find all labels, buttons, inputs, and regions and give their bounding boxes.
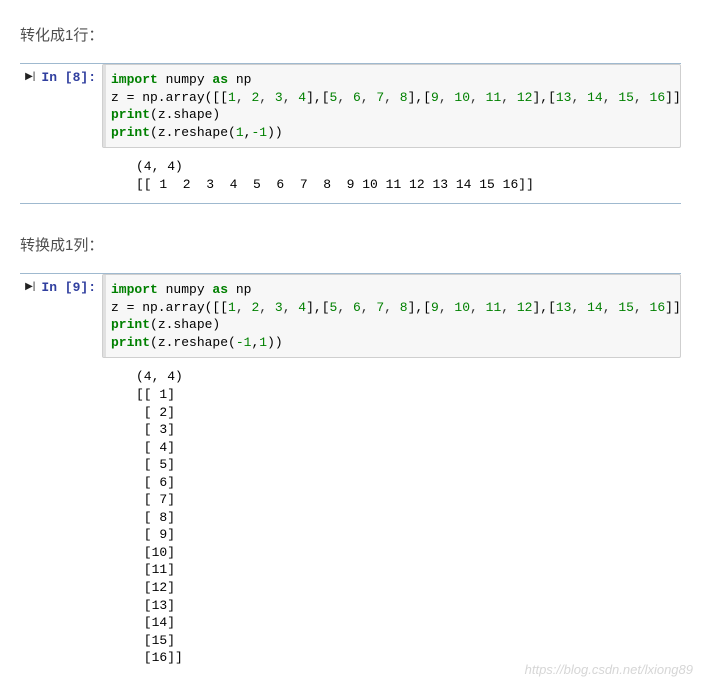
- code-text: (z.reshape(: [150, 335, 236, 350]
- run-cell-icon[interactable]: ▶|: [25, 70, 35, 84]
- code-text: z = np.array([[: [111, 300, 228, 315]
- number: 1: [236, 125, 244, 140]
- number: 14: [587, 300, 603, 315]
- number: 4: [298, 300, 306, 315]
- code-cell-2: ▶| In [9]: import numpy as np z = np.arr…: [16, 274, 681, 358]
- number: 2: [251, 300, 259, 315]
- number: 10: [454, 300, 470, 315]
- number: 3: [275, 90, 283, 105]
- code-text: ],[: [306, 300, 329, 315]
- number: 7: [376, 300, 384, 315]
- section-title-2: 转换成1列：: [20, 234, 681, 255]
- code-line: print(z.shape): [111, 316, 672, 334]
- number: 2: [251, 90, 259, 105]
- code-line: import numpy as np: [111, 281, 672, 299]
- code-text: ],[: [408, 90, 431, 105]
- number: 16: [650, 90, 666, 105]
- code-text: ]]): [665, 300, 681, 315]
- keyword: as: [212, 72, 228, 87]
- code-line: z = np.array([[1, 2, 3, 4],[5, 6, 7, 8],…: [111, 89, 672, 107]
- code-text: )): [267, 335, 283, 350]
- number: 12: [517, 90, 533, 105]
- builtin: print: [111, 335, 150, 350]
- code-text: ]]): [665, 90, 681, 105]
- code-input-2[interactable]: import numpy as np z = np.array([[1, 2, …: [102, 274, 681, 358]
- number: 15: [618, 90, 634, 105]
- code-text: ],[: [532, 300, 555, 315]
- number: 10: [454, 90, 470, 105]
- code-text: ],[: [408, 300, 431, 315]
- number: 16: [650, 300, 666, 315]
- code-line: print(z.shape): [111, 106, 672, 124]
- number: 1: [228, 90, 236, 105]
- code-text: (z.shape): [150, 317, 220, 332]
- code-text: (z.reshape(: [150, 125, 236, 140]
- number: 15: [618, 300, 634, 315]
- prompt-col: ▶| In [9]:: [16, 274, 102, 358]
- keyword: import: [111, 282, 158, 297]
- number: 8: [400, 90, 408, 105]
- code-text: ],[: [306, 90, 329, 105]
- number: 3: [275, 300, 283, 315]
- cell-output-2: (4, 4) [[ 1] [ 2] [ 3] [ 4] [ 5] [ 6] [ …: [106, 358, 681, 672]
- keyword: import: [111, 72, 158, 87]
- code-line: z = np.array([[1, 2, 3, 4],[5, 6, 7, 8],…: [111, 299, 672, 317]
- alias: np: [228, 72, 251, 87]
- builtin: print: [111, 317, 150, 332]
- number: 14: [587, 90, 603, 105]
- code-text: )): [267, 125, 283, 140]
- code-line: print(z.reshape(-1,1)): [111, 334, 672, 352]
- prompt-label: In [9]:: [41, 280, 96, 295]
- number: 6: [353, 90, 361, 105]
- number: -1: [236, 335, 252, 350]
- builtin: print: [111, 125, 150, 140]
- number: 9: [431, 300, 439, 315]
- code-text: z = np.array([[: [111, 90, 228, 105]
- code-line: import numpy as np: [111, 71, 672, 89]
- number: 5: [330, 90, 338, 105]
- number: 8: [400, 300, 408, 315]
- module-name: numpy: [158, 282, 213, 297]
- alias: np: [228, 282, 251, 297]
- code-line: print(z.reshape(1,-1)): [111, 124, 672, 142]
- prompt-col: ▶| In [8]:: [16, 64, 102, 148]
- number: 4: [298, 90, 306, 105]
- number: 5: [330, 300, 338, 315]
- module-name: numpy: [158, 72, 213, 87]
- code-cell-1: ▶| In [8]: import numpy as np z = np.arr…: [16, 64, 681, 148]
- section-title-1: 转化成1行：: [20, 24, 681, 45]
- code-text: (z.shape): [150, 107, 220, 122]
- number: 13: [556, 300, 572, 315]
- number: 12: [517, 300, 533, 315]
- keyword: as: [212, 282, 228, 297]
- cell-output-1: (4, 4) [[ 1 2 3 4 5 6 7 8 9 10 11 12 13 …: [106, 148, 681, 199]
- number: 9: [431, 90, 439, 105]
- number: -1: [251, 125, 267, 140]
- prompt-label: In [8]:: [41, 70, 96, 85]
- number: 11: [486, 300, 502, 315]
- number: 11: [486, 90, 502, 105]
- number: 7: [376, 90, 384, 105]
- number: 6: [353, 300, 361, 315]
- number: 13: [556, 90, 572, 105]
- code-input-1[interactable]: import numpy as np z = np.array([[1, 2, …: [102, 64, 681, 148]
- builtin: print: [111, 107, 150, 122]
- run-cell-icon[interactable]: ▶|: [25, 280, 35, 294]
- number: 1: [259, 335, 267, 350]
- number: 1: [228, 300, 236, 315]
- code-text: ],[: [532, 90, 555, 105]
